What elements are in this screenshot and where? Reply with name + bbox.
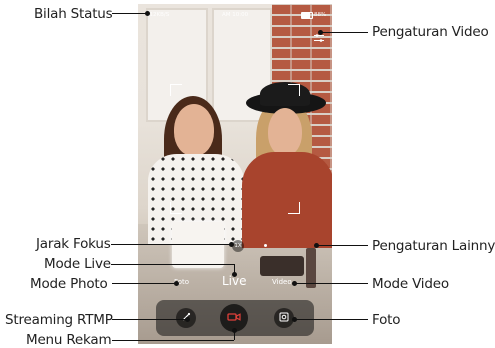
callout-more-settings: Pengaturan Lainnya <box>372 238 495 254</box>
leader-dot <box>232 272 237 277</box>
callout-record-menu: Menu Rekam <box>26 332 112 348</box>
leader-line <box>320 32 368 33</box>
leader-line <box>112 13 147 14</box>
leader-dot <box>185 317 190 322</box>
focus-corner <box>170 84 182 96</box>
mode-video[interactable]: Video <box>272 278 292 286</box>
makeup-palette <box>260 256 304 276</box>
callout-video-mode: Mode Video <box>372 276 449 292</box>
camera-screen: 512KB/S AM 10:00 88% 1X Foto Live Video <box>138 4 332 344</box>
leader-line <box>316 245 368 246</box>
leader-dot <box>314 243 319 248</box>
leader-dot <box>145 11 150 16</box>
battery-icon <box>301 12 313 19</box>
zoom-button[interactable]: 1X <box>232 240 244 252</box>
red-sweater <box>242 152 332 248</box>
callout-video-settings: Pengaturan Video <box>372 24 489 40</box>
callout-rtmp-streaming: Streaming RTMP <box>5 312 113 328</box>
leader-line <box>112 283 176 284</box>
leader-dot <box>229 242 234 247</box>
lightbox <box>172 222 224 268</box>
leader-dot <box>318 30 323 35</box>
focus-corner <box>288 84 300 96</box>
callout-photo-mode: Mode Photo <box>30 276 108 292</box>
focus-corner <box>288 202 300 214</box>
callout-photo: Foto <box>372 312 401 328</box>
battery-level: 88% <box>314 12 327 18</box>
focus-corner <box>170 202 182 214</box>
leader-line <box>112 319 187 320</box>
photo-button[interactable] <box>274 308 294 328</box>
leader-line <box>111 264 235 265</box>
leader-line <box>294 319 368 320</box>
callout-focus-distance: Jarak Fokus <box>36 236 111 252</box>
leader-line <box>112 340 234 341</box>
leader-dot <box>232 328 237 333</box>
clock: AM 10:00 <box>222 12 249 18</box>
leader-line <box>294 283 368 284</box>
leader-dot <box>292 317 297 322</box>
hat-top <box>260 82 310 106</box>
callout-status-bar: Bilah Status <box>34 6 113 22</box>
image-icon <box>279 309 289 327</box>
callout-live-mode: Mode Live <box>44 256 111 272</box>
face-left <box>174 104 214 156</box>
face-right <box>268 108 302 156</box>
leader-dot <box>292 281 297 286</box>
makeup-brush <box>306 248 316 288</box>
video-camera-icon <box>227 309 241 327</box>
focus-dot <box>264 244 267 247</box>
leader-dot <box>174 281 179 286</box>
leader-line <box>111 244 231 245</box>
